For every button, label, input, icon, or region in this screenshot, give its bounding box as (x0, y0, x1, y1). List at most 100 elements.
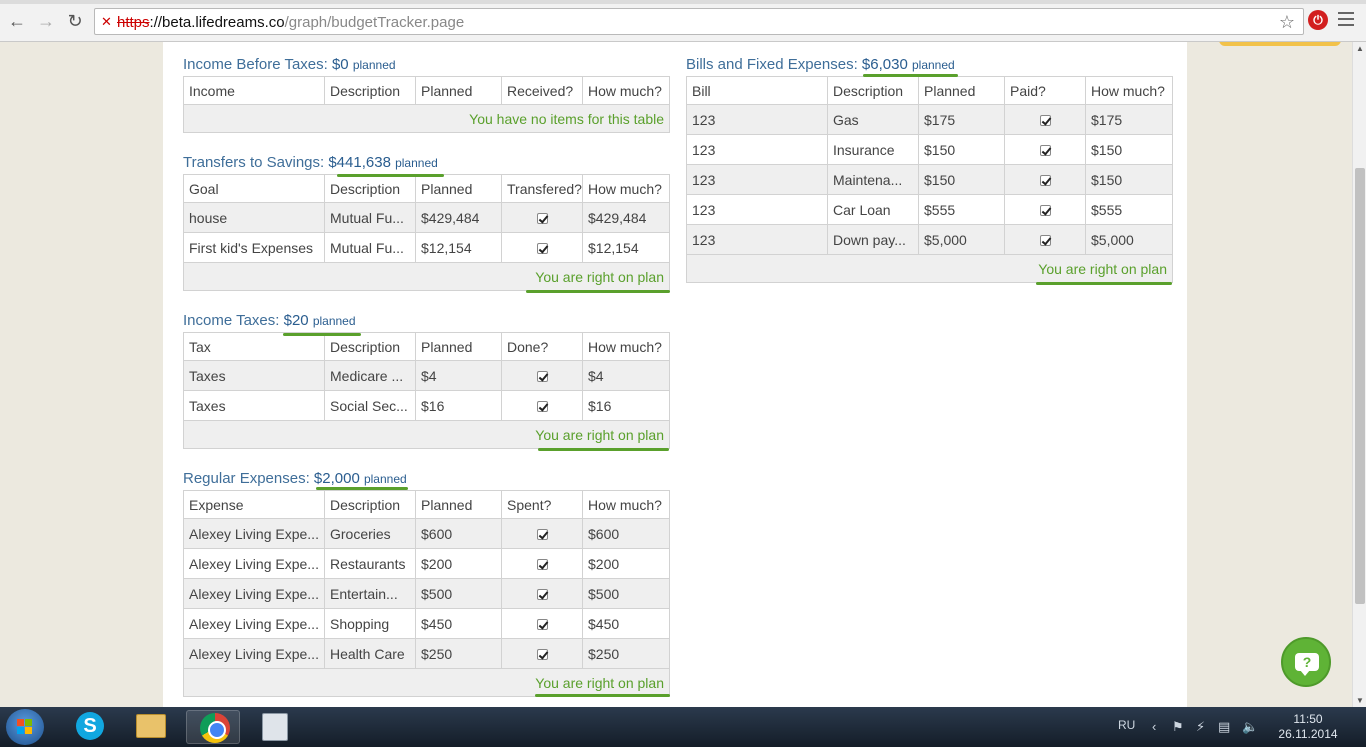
checkbox[interactable] (536, 589, 548, 601)
row-planned[interactable]: $5,000 (918, 224, 1005, 255)
checkbox[interactable] (1039, 205, 1051, 217)
row-planned[interactable]: $429,484 (415, 202, 502, 233)
url-text[interactable]: https://beta.lifedreams.co/graph/budgetT… (117, 14, 464, 31)
row-planned[interactable]: $250 (415, 638, 502, 669)
checkbox[interactable] (1039, 175, 1051, 187)
row-how-much[interactable]: $150 (1085, 134, 1173, 165)
expenses-col-planned[interactable]: Planned (415, 490, 502, 519)
table-row[interactable]: Alexey Living Expe... Restaurants $200 $… (183, 548, 670, 579)
checkbox[interactable] (536, 529, 548, 541)
checkbox[interactable] (1039, 115, 1051, 127)
row-how-much[interactable]: $555 (1085, 194, 1173, 225)
row-planned[interactable]: $600 (415, 518, 502, 549)
row-planned[interactable]: $150 (918, 134, 1005, 165)
row-description[interactable]: Social Sec... (324, 390, 416, 421)
row-name[interactable]: 123 (686, 194, 828, 225)
table-row[interactable]: 123 Insurance $150 $150 (686, 134, 1173, 165)
help-chat-button[interactable]: ? (1281, 637, 1331, 687)
row-description[interactable]: Mutual Fu... (324, 232, 416, 263)
taxes-col-tax[interactable]: Tax (183, 332, 325, 361)
row-planned[interactable]: $555 (918, 194, 1005, 225)
expenses-amount[interactable]: $2,000 (314, 470, 360, 487)
row-how-much[interactable]: $600 (582, 518, 670, 549)
row-description[interactable]: Down pay... (827, 224, 919, 255)
reload-icon[interactable]: ↻ (64, 10, 86, 32)
row-planned[interactable]: $16 (415, 390, 502, 421)
row-how-much[interactable]: $150 (1085, 164, 1173, 195)
taxes-col-how-much[interactable]: How much? (582, 332, 670, 361)
row-description[interactable]: Entertain... (324, 578, 416, 609)
scrollbar-thumb[interactable] (1355, 168, 1365, 604)
header-action-button[interactable] (1219, 42, 1341, 46)
income-col-received[interactable]: Received? (501, 76, 583, 105)
forward-arrow-icon[interactable]: → (35, 10, 57, 32)
row-how-much[interactable]: $429,484 (582, 202, 670, 233)
row-how-much[interactable]: $175 (1085, 104, 1173, 135)
row-planned[interactable]: $4 (415, 360, 502, 391)
row-how-much[interactable]: $200 (582, 548, 670, 579)
row-how-much[interactable]: $12,154 (582, 232, 670, 263)
savings-col-description[interactable]: Description (324, 174, 416, 203)
row-name[interactable]: Taxes (183, 360, 325, 391)
table-row[interactable]: Taxes Social Sec... $16 $16 (183, 390, 670, 421)
row-name[interactable]: 123 (686, 134, 828, 165)
row-how-much[interactable]: $4 (582, 360, 670, 391)
row-description[interactable]: Medicare ... (324, 360, 416, 391)
row-name[interactable]: Alexey Living Expe... (183, 518, 325, 549)
row-name[interactable]: Alexey Living Expe... (183, 638, 325, 669)
row-description[interactable]: Health Care (324, 638, 416, 669)
row-name[interactable]: 123 (686, 164, 828, 195)
start-button[interactable] (6, 709, 44, 745)
checkbox[interactable] (1039, 235, 1051, 247)
row-description[interactable]: Insurance (827, 134, 919, 165)
row-name[interactable]: Alexey Living Expe... (183, 608, 325, 639)
table-row[interactable]: 123 Gas $175 $175 (686, 104, 1173, 135)
savings-col-transfered[interactable]: Transfered? (501, 174, 583, 203)
row-planned[interactable]: $150 (918, 164, 1005, 195)
table-row[interactable]: Alexey Living Expe... Shopping $450 $450 (183, 608, 670, 639)
row-planned[interactable]: $500 (415, 578, 502, 609)
expenses-col-how-much[interactable]: How much? (582, 490, 670, 519)
income-col-planned[interactable]: Planned (415, 76, 502, 105)
table-row[interactable]: First kid's Expenses Mutual Fu... $12,15… (183, 232, 670, 263)
checkbox[interactable] (536, 213, 548, 225)
bills-col-bill[interactable]: Bill (686, 76, 828, 105)
volume-icon[interactable]: 🔈 (1242, 719, 1258, 735)
row-description[interactable]: Gas (827, 104, 919, 135)
bills-col-planned[interactable]: Planned (918, 76, 1005, 105)
back-arrow-icon[interactable]: ← (6, 10, 28, 32)
row-name[interactable]: Alexey Living Expe... (183, 578, 325, 609)
row-how-much[interactable]: $5,000 (1085, 224, 1173, 255)
taxes-col-planned[interactable]: Planned (415, 332, 502, 361)
row-description[interactable]: Car Loan (827, 194, 919, 225)
checkbox[interactable] (536, 401, 548, 413)
power-icon[interactable]: ⚡ (1196, 719, 1205, 735)
row-planned[interactable]: $450 (415, 608, 502, 639)
page-scrollbar[interactable]: ▲ ▼ (1352, 42, 1366, 707)
bills-col-how-much[interactable]: How much? (1085, 76, 1173, 105)
network-icon[interactable]: ▤ (1218, 719, 1230, 735)
taxes-col-done[interactable]: Done? (501, 332, 583, 361)
income-col-description[interactable]: Description (324, 76, 416, 105)
income-amount[interactable]: $0 (332, 56, 349, 73)
scroll-down-arrow-icon[interactable]: ▼ (1356, 696, 1364, 705)
row-description[interactable]: Mutual Fu... (324, 202, 416, 233)
row-description[interactable]: Shopping (324, 608, 416, 639)
income-col-how-much[interactable]: How much? (582, 76, 670, 105)
checkbox[interactable] (536, 559, 548, 571)
checkbox[interactable] (536, 649, 548, 661)
row-name[interactable]: house (183, 202, 325, 233)
taskbar-chrome[interactable] (186, 710, 240, 744)
language-indicator[interactable]: RU (1118, 718, 1135, 732)
savings-col-how-much[interactable]: How much? (582, 174, 670, 203)
scroll-up-arrow-icon[interactable]: ▲ (1356, 44, 1364, 53)
checkbox[interactable] (536, 243, 548, 255)
row-planned[interactable]: $12,154 (415, 232, 502, 263)
checkbox[interactable] (536, 619, 548, 631)
expenses-col-spent[interactable]: Spent? (501, 490, 583, 519)
bills-col-paid[interactable]: Paid? (1004, 76, 1086, 105)
system-clock[interactable]: 11:50 26.11.2014 (1272, 712, 1344, 742)
row-how-much[interactable]: $16 (582, 390, 670, 421)
table-row[interactable]: Alexey Living Expe... Health Care $250 $… (183, 638, 670, 669)
table-row[interactable]: Alexey Living Expe... Groceries $600 $60… (183, 518, 670, 549)
